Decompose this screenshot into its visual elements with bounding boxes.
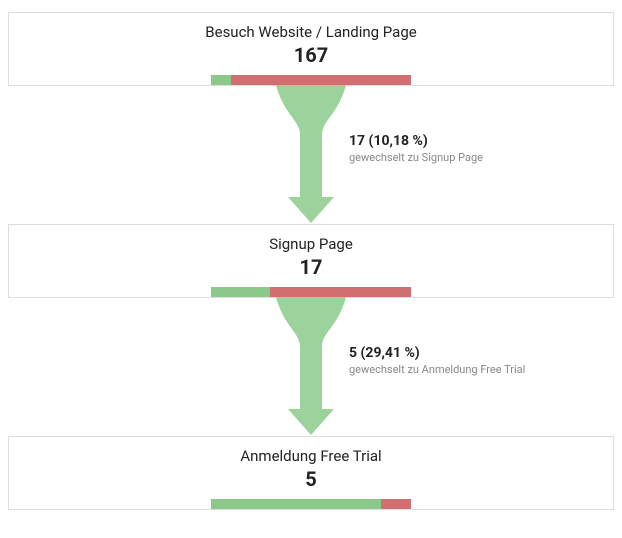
- stage-value: 167: [21, 43, 601, 67]
- transition-count: 17 (10,18 %): [349, 133, 483, 151]
- funnel-arrow-icon: [276, 297, 346, 437]
- funnel-stage: Besuch Website / Landing Page 167: [8, 12, 614, 86]
- conversion-bar: [211, 499, 411, 509]
- funnel-arrow-icon: [276, 85, 346, 225]
- transition-sub: gewechselt zu Anmeldung Free Trial: [349, 363, 525, 377]
- funnel-stage: Anmeldung Free Trial 5: [8, 436, 614, 510]
- stage-label: Anmeldung Free Trial: [21, 447, 601, 465]
- stage-label: Signup Page: [21, 235, 601, 253]
- bar-converted: [211, 75, 231, 85]
- transition-text: 17 (10,18 %) gewechselt zu Signup Page: [349, 133, 483, 164]
- funnel-transition: 5 (29,41 %) gewechselt zu Anmeldung Free…: [8, 297, 614, 437]
- transition-sub: gewechselt zu Signup Page: [349, 151, 483, 165]
- conversion-bar: [211, 287, 411, 297]
- stage-value: 5: [21, 467, 601, 491]
- bar-converted: [211, 287, 270, 297]
- conversion-bar: [211, 75, 411, 85]
- funnel-transition: 17 (10,18 %) gewechselt zu Signup Page: [8, 85, 614, 225]
- transition-count: 5 (29,41 %): [349, 345, 525, 363]
- funnel-stage: Signup Page 17: [8, 224, 614, 298]
- bar-dropped: [270, 287, 411, 297]
- bar-dropped: [381, 499, 411, 509]
- bar-converted: [211, 499, 381, 509]
- stage-label: Besuch Website / Landing Page: [21, 23, 601, 41]
- transition-text: 5 (29,41 %) gewechselt zu Anmeldung Free…: [349, 345, 525, 376]
- stage-value: 17: [21, 255, 601, 279]
- bar-dropped: [231, 75, 411, 85]
